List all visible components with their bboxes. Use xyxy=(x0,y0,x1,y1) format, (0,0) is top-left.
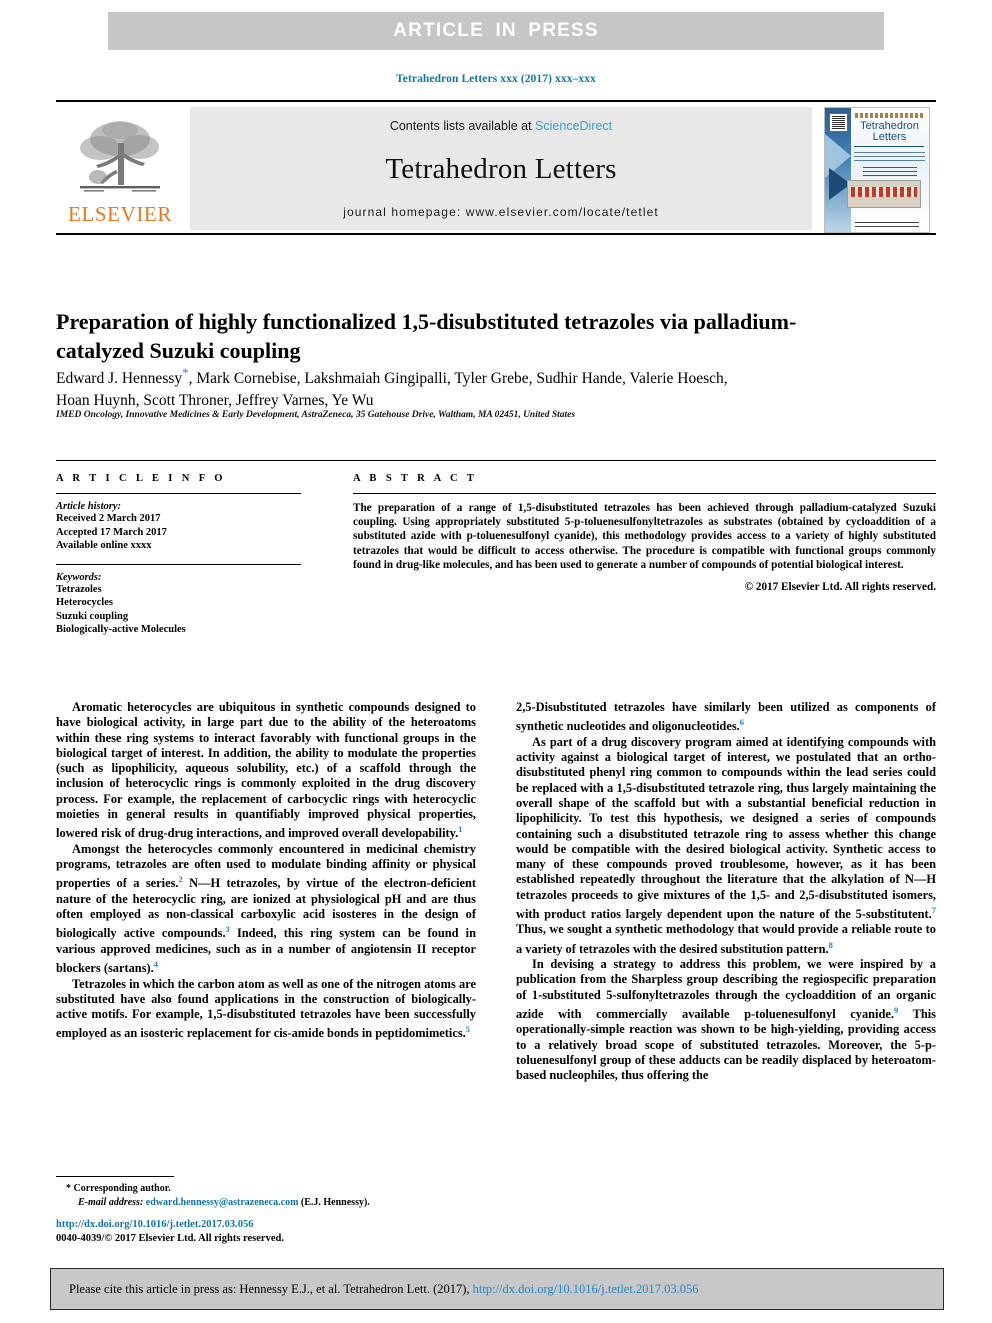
keyword-item: Suzuki coupling xyxy=(56,610,129,622)
reference-marker[interactable]: 1 xyxy=(458,824,462,834)
doi-copyright-block: http://dx.doi.org/10.1016/j.tetlet.2017.… xyxy=(56,1218,486,1246)
article-info-column: A R T I C L E I N F O Article history: R… xyxy=(56,461,335,637)
keyword-item: Tetrazoles xyxy=(56,583,102,595)
body-columns: Aromatic heterocycles are ubiquitous in … xyxy=(56,700,936,1084)
doi-link[interactable]: http://dx.doi.org/10.1016/j.tetlet.2017.… xyxy=(56,1218,486,1232)
reference-marker[interactable]: 7 xyxy=(932,905,936,915)
corresponding-author-star: * xyxy=(66,1183,71,1194)
keywords-label: Keywords: xyxy=(56,571,102,583)
sciencedirect-link[interactable]: ScienceDirect xyxy=(535,119,612,133)
reference-marker[interactable]: 4 xyxy=(154,959,158,969)
body-paragraph: In devising a strategy to address this p… xyxy=(516,957,936,1083)
article-in-press-banner: ARTICLE IN PRESS xyxy=(108,12,884,50)
journal-title-box: Contents lists available at ScienceDirec… xyxy=(190,107,812,230)
keyword-item: Heterocycles xyxy=(56,597,113,608)
cite-prefix: Please cite this article in press as: He… xyxy=(69,1281,473,1296)
article-info-heading: A R T I C L E I N F O xyxy=(56,473,226,484)
elsevier-wordmark: ELSEVIER xyxy=(68,201,172,226)
journal-cover-thumbnail-icon[interactable]: Tetrahedron Letters xyxy=(824,106,930,233)
keyword-item: Biologically-active Molecules xyxy=(56,624,186,635)
article-history-label: Article history: xyxy=(56,501,122,512)
body-left-column: Aromatic heterocycles are ubiquitous in … xyxy=(56,700,476,1084)
body-paragraph: As part of a drug discovery program aime… xyxy=(516,734,936,956)
article-info-divider xyxy=(56,493,301,494)
email-note: E-mail address: edward.hennessy@astrazen… xyxy=(56,1196,476,1210)
affiliation: IMED Oncology, Innovative Medicines & Ea… xyxy=(56,410,576,420)
journal-masthead: ELSEVIER Contents lists available at Sci… xyxy=(56,100,936,235)
abstract-text: The preparation of a range of 1,5-disubs… xyxy=(353,502,936,571)
cite-text: Please cite this article in press as: He… xyxy=(51,1282,698,1297)
contents-prefix: Contents lists available at xyxy=(389,119,536,133)
cover-title: Tetrahedron Letters xyxy=(860,119,919,143)
body-paragraph: Amongst the heterocycles commonly encoun… xyxy=(56,841,477,976)
issn-copyright-line: 0040-4039/© 2017 Elsevier Ltd. All right… xyxy=(56,1233,284,1244)
article-in-press-label: ARTICLE IN PRESS xyxy=(393,20,599,41)
corresponding-author-note: * Corresponding author. xyxy=(56,1182,476,1196)
footnote-block: * Corresponding author. E-mail address: … xyxy=(56,1176,476,1210)
body-right-column: 2,5-Disubstituted tetrazoles have simila… xyxy=(516,700,936,1084)
article-history-line: Received 2 March 2017 xyxy=(56,513,161,524)
cite-this-article-banner: Please cite this article in press as: He… xyxy=(50,1268,944,1310)
body-paragraph: 2,5-Disubstituted tetrazoles have simila… xyxy=(516,700,936,734)
abstract-divider xyxy=(353,493,936,494)
cover-publisher-icon xyxy=(829,112,848,132)
article-history-line: Accepted 17 March 2017 xyxy=(56,526,167,538)
info-abstract-section: A R T I C L E I N F O Article history: R… xyxy=(56,460,936,637)
reference-marker[interactable]: 8 xyxy=(829,940,833,950)
corresponding-author-text: Corresponding author. xyxy=(73,1183,171,1194)
authors-rest-line2: Hoan Huynh, Scott Throner, Jeffrey Varne… xyxy=(56,392,374,410)
authors-rest-line1: , Mark Cornebise, Lakshmaiah Gingipalli,… xyxy=(188,370,728,388)
author-first: Edward J. Hennessy xyxy=(56,370,183,388)
body-paragraph: Tetrazoles in which the carbon atom as w… xyxy=(56,976,476,1041)
footnote-rule xyxy=(56,1176,174,1177)
email-label: E-mail address: xyxy=(78,1197,144,1208)
abstract-column: A B S T R A C T The preparation of a ran… xyxy=(335,461,936,637)
cover-figure-image xyxy=(847,179,921,208)
journal-homepage-line[interactable]: journal homepage: www.elsevier.com/locat… xyxy=(343,205,659,219)
author-list: Edward J. Hennessy*, Mark Cornebise, Lak… xyxy=(56,362,936,412)
keywords-divider xyxy=(56,563,301,565)
journal-cover-block: Tetrahedron Letters xyxy=(818,104,936,235)
elsevier-logo: ELSEVIER xyxy=(56,104,184,235)
cite-doi-link[interactable]: http://dx.doi.org/10.1016/j.tetlet.2017.… xyxy=(473,1282,699,1296)
email-owner: (E.J. Hennessy). xyxy=(300,1197,370,1208)
keywords-block: Keywords: Tetrazoles Heterocycles Suzuki… xyxy=(56,563,301,637)
page-title: Preparation of highly functionalized 1,5… xyxy=(56,308,797,363)
contents-lists-line: Contents lists available at ScienceDirec… xyxy=(390,119,612,133)
reference-marker[interactable]: 5 xyxy=(466,1024,470,1034)
elsevier-tree-icon xyxy=(74,115,166,201)
article-history-line: Available online xxxx xyxy=(56,540,152,551)
journal-reference-line: Tetrahedron Letters xxx (2017) xxx–xxx xyxy=(396,73,596,85)
abstract-heading: A B S T R A C T xyxy=(353,473,478,484)
body-paragraph: Aromatic heterocycles are ubiquitous in … xyxy=(56,700,476,841)
abstract-copyright: © 2017 Elsevier Ltd. All rights reserved… xyxy=(744,581,936,594)
journal-name: Tetrahedron Letters xyxy=(385,152,617,185)
email-link[interactable]: edward.hennessy@astrazeneca.com xyxy=(146,1197,299,1208)
reference-marker[interactable]: 6 xyxy=(740,717,744,727)
